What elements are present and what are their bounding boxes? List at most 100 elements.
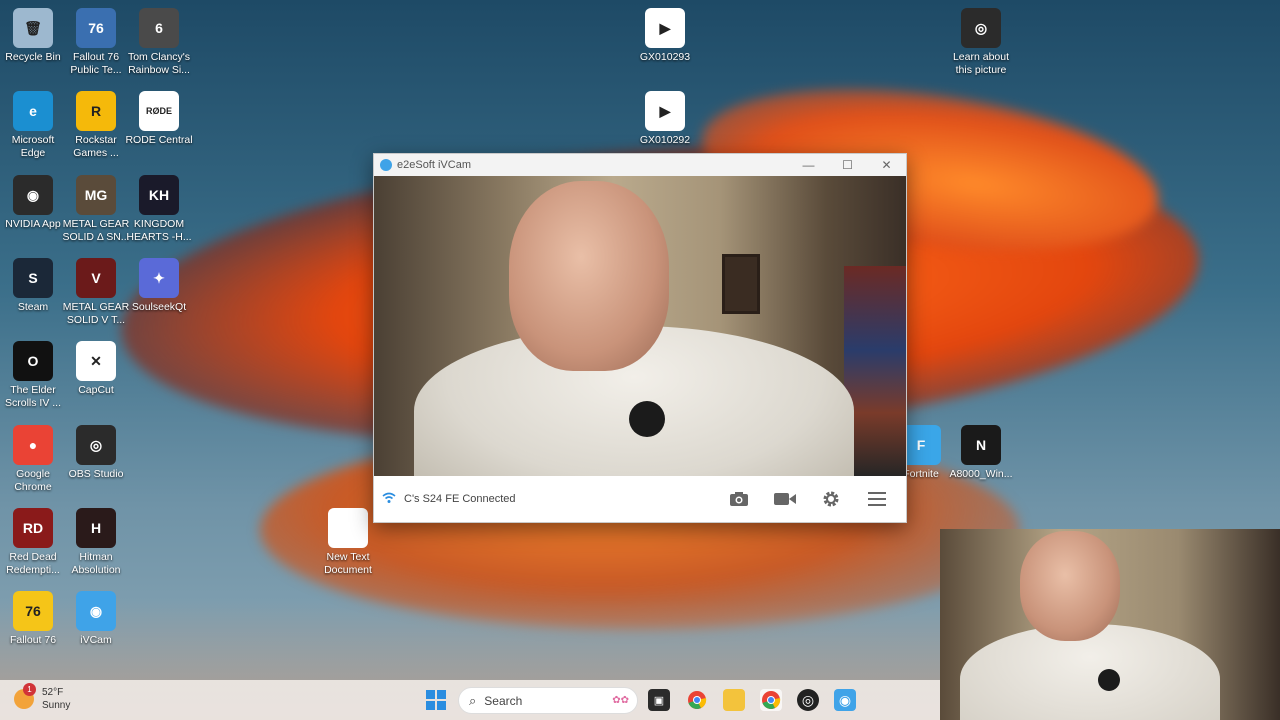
maximize-button[interactable]: ☐ <box>828 158 867 172</box>
webcam-preview <box>940 529 1280 720</box>
desktop-icon[interactable]: 76 Fallout 76 <box>0 591 66 647</box>
elder-scrolls-icon: O <box>13 341 53 381</box>
desktop-icon[interactable]: ◎ OBS Studio <box>63 425 129 481</box>
task-view-icon[interactable]: ▣ <box>648 689 670 711</box>
taskbar-search[interactable]: ⌕ Search ✿✿ <box>458 687 638 714</box>
desktop-icon[interactable]: 🗑 Recycle Bin <box>0 8 66 64</box>
video-record-icon[interactable] <box>772 486 798 512</box>
desktop-icon[interactable]: ● Google Chrome <box>0 425 66 494</box>
person-head <box>509 181 669 371</box>
desktop-icon-label: Red Dead Redempti... <box>6 551 60 576</box>
search-highlight-icon: ✿✿ <box>612 695 629 706</box>
desktop-icon-label: Microsoft Edge <box>11 134 55 159</box>
minimize-button[interactable]: — <box>789 158 828 172</box>
desktop-icon[interactable]: S Steam <box>0 258 66 314</box>
desktop-icon[interactable]: RØDE RODE Central <box>125 91 193 147</box>
window-footer: C's S24 FE Connected <box>374 476 906 522</box>
ivcam-window: e2eSoft iVCam — ☐ ✕ C's S24 FE Connected <box>373 153 907 523</box>
weather-widget[interactable]: 1 52°F Sunny <box>14 683 71 712</box>
desktop-icon[interactable]: V METAL GEAR SOLID V T... <box>63 258 129 327</box>
desktop-icon-label: Hitman Absolution <box>71 551 121 576</box>
desktop-icon[interactable]: KH KINGDOM HEARTS -H... <box>126 175 192 244</box>
chrome-active-taskbar-icon[interactable] <box>760 689 782 711</box>
fallout76-icon: 76 <box>13 591 53 631</box>
ivcam-taskbar-icon[interactable]: ◉ <box>834 689 856 711</box>
desktop-icon[interactable]: ▶ GX010292 <box>632 91 698 147</box>
desktop-icon[interactable]: New Text Document <box>315 508 381 577</box>
nvidia-icon: ◉ <box>13 175 53 215</box>
chrome-taskbar-icon[interactable] <box>686 689 708 711</box>
lavalier-mic <box>629 401 665 437</box>
ivcam-icon: ◉ <box>76 591 116 631</box>
desktop-icon[interactable]: ◉ iVCam <box>63 591 129 647</box>
desktop-icon-label: Learn about this picture <box>952 51 1010 76</box>
taskbar: 1 52°F Sunny ⌕ Search ✿✿ ▣ ◎ ◉ <box>0 680 940 720</box>
desktop-icon[interactable]: ✦ SoulseekQt <box>126 258 192 314</box>
search-icon: ⌕ <box>469 692 477 708</box>
desktop-icon[interactable]: ▶ GX010293 <box>632 8 698 64</box>
desktop-icon-label: SoulseekQt <box>131 301 187 313</box>
recycle-bin-icon: 🗑 <box>13 8 53 48</box>
desktop-icon[interactable]: ✕ CapCut <box>63 341 129 397</box>
desktop-icon[interactable]: e Microsoft Edge <box>0 91 66 160</box>
weather-condition: Sunny <box>42 700 71 711</box>
steam-icon: S <box>13 258 53 298</box>
file-explorer-icon[interactable] <box>723 689 745 711</box>
hitman-icon: H <box>76 508 116 548</box>
desktop-icon[interactable]: 76 Fallout 76 Public Te... <box>63 8 129 77</box>
desktop-icon-label: New Text Document <box>324 551 372 576</box>
window-title: e2eSoft iVCam <box>397 159 471 171</box>
desktop-icon[interactable]: ◎ Learn about this picture <box>948 8 1014 77</box>
fallout76-pts-icon: 76 <box>76 8 116 48</box>
text-document-icon <box>328 508 368 548</box>
obs-icon: ◎ <box>76 425 116 465</box>
desktop-icon-label: KINGDOM HEARTS -H... <box>126 218 192 243</box>
video-file-icon: ▶ <box>645 8 685 48</box>
start-button-icon[interactable] <box>426 690 446 710</box>
mgsv-icon: V <box>76 258 116 298</box>
desktop-icon-label: OBS Studio <box>68 468 124 480</box>
kingdom-hearts-icon: KH <box>139 175 179 215</box>
learn-picture-icon: ◎ <box>961 8 1001 48</box>
chrome-icon: ● <box>13 425 53 465</box>
edge-icon: e <box>13 91 53 131</box>
obs-taskbar-icon[interactable]: ◎ <box>797 689 819 711</box>
close-button[interactable]: ✕ <box>867 158 906 172</box>
desktop-icon-label: The Elder Scrolls IV ... <box>4 384 61 409</box>
ivcam-app-icon <box>380 159 392 171</box>
desktop-icon-label: Rockstar Games ... <box>73 134 119 159</box>
fortnite-icon: F <box>901 425 941 465</box>
notification-badge: 1 <box>23 683 36 696</box>
sun-icon: 1 <box>14 683 36 709</box>
desktop-icon[interactable]: ◉ NVIDIA App <box>0 175 66 231</box>
settings-gear-icon[interactable] <box>818 486 844 512</box>
camera-feed <box>374 176 906 476</box>
preview-person-head <box>1020 531 1120 641</box>
weather-temperature: 52°F <box>42 687 64 698</box>
desktop-icon[interactable]: N A8000_Win... <box>948 425 1014 481</box>
camera-snapshot-icon[interactable] <box>726 486 752 512</box>
desktop-icon-label: iVCam <box>80 634 112 646</box>
desktop-icon-label: Steam <box>17 301 49 313</box>
desktop-icon-label: Tom Clancy's Rainbow Si... <box>127 51 191 76</box>
wall-picture <box>722 254 760 314</box>
desktop-icon-label: GX010293 <box>639 51 691 63</box>
red-dead-icon: RD <box>13 508 53 548</box>
menu-hamburger-icon[interactable] <box>864 486 890 512</box>
video-file-icon: ▶ <box>645 91 685 131</box>
desktop-icon[interactable]: H Hitman Absolution <box>63 508 129 577</box>
desktop-icon[interactable]: O The Elder Scrolls IV ... <box>0 341 66 410</box>
preview-mic <box>1098 669 1120 691</box>
search-placeholder: Search <box>484 693 523 708</box>
window-titlebar[interactable]: e2eSoft iVCam — ☐ ✕ <box>374 154 906 176</box>
desktop-icon[interactable]: R Rockstar Games ... <box>63 91 129 160</box>
desktop-icon[interactable]: RD Red Dead Redempti... <box>0 508 66 577</box>
desktop-icon[interactable]: MG METAL GEAR SOLID Δ SN... <box>62 175 130 244</box>
mgs-delta-icon: MG <box>76 175 116 215</box>
desktop-icon-label: Google Chrome <box>14 468 52 493</box>
desktop-icon-label: METAL GEAR SOLID V T... <box>62 301 130 326</box>
connection-status: C's S24 FE Connected <box>404 493 516 505</box>
desktop-icon-label: CapCut <box>78 384 114 396</box>
desktop-icon[interactable]: 6 Tom Clancy's Rainbow Si... <box>126 8 192 77</box>
desktop-icon-label: Fallout 76 Public Te... <box>70 51 122 76</box>
